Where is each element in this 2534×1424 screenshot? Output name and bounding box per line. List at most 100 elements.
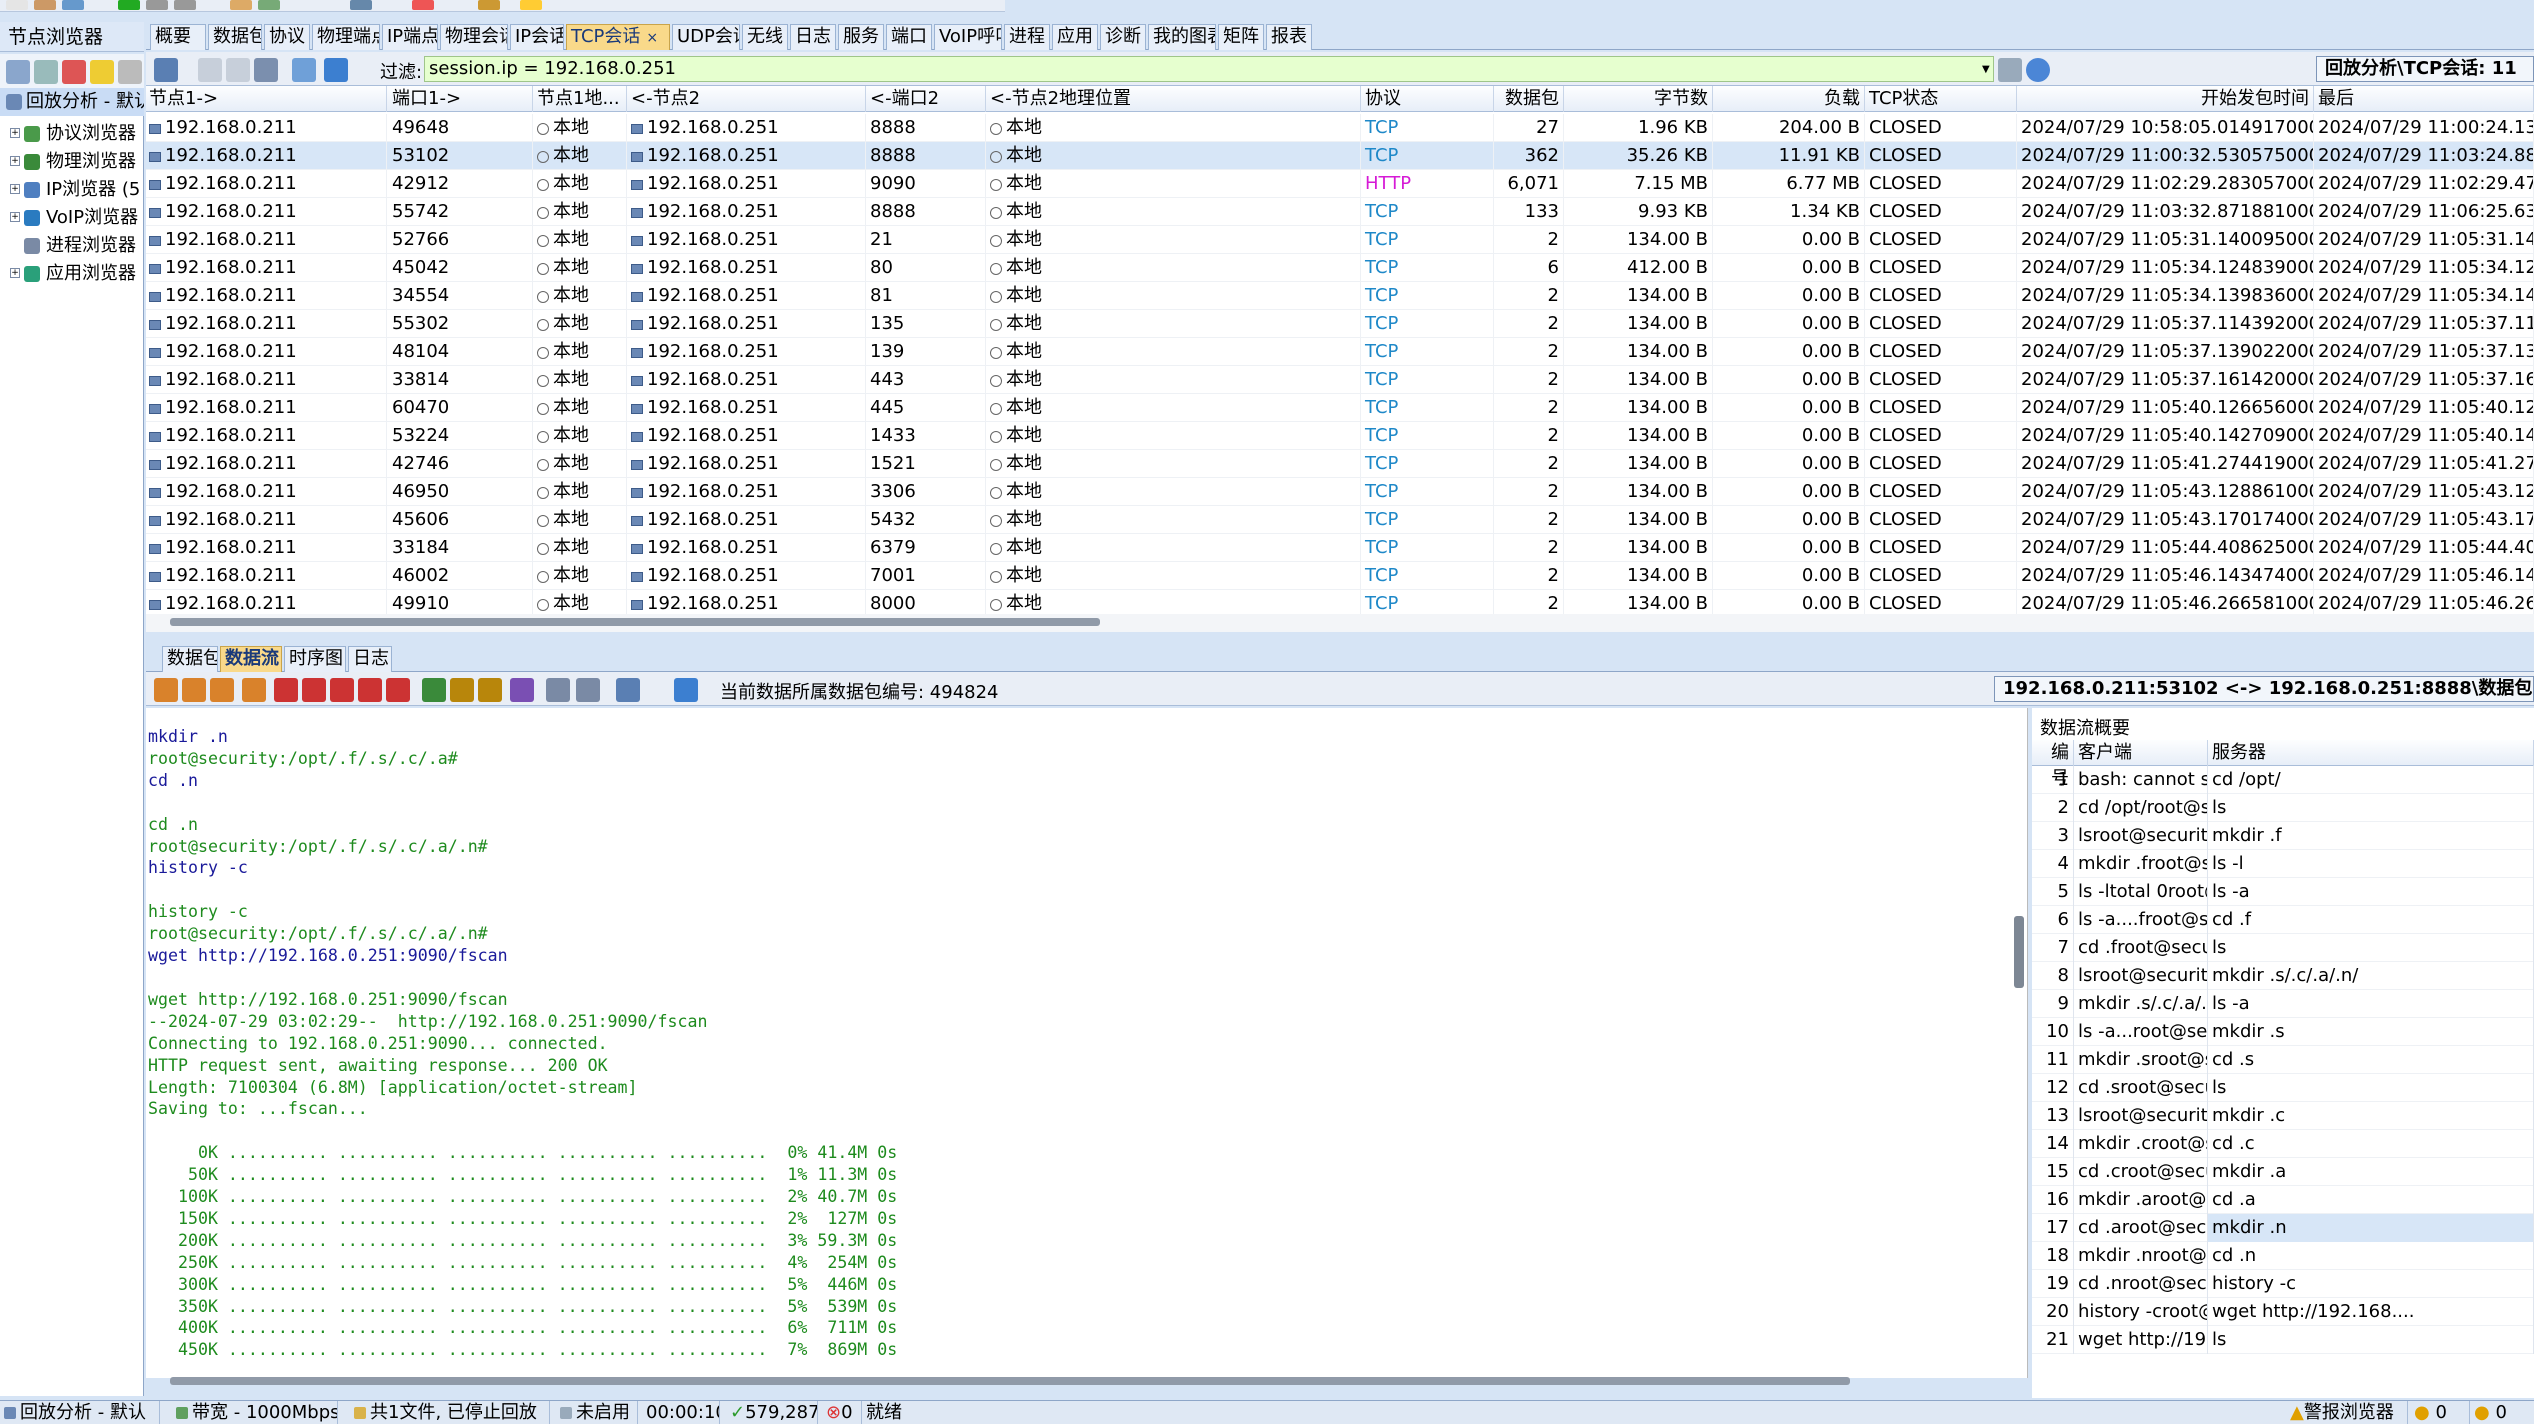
table-row[interactable]: 192.168.0.211 46950 本地 192.168.0.251 3306 本地 T… [146, 478, 2534, 506]
stream-vscrollbar-thumb[interactable] [2014, 916, 2024, 988]
column-header[interactable]: <-节点2地理位置 [986, 86, 1361, 112]
column-header[interactable]: 最后 [2314, 86, 2534, 112]
table-row[interactable]: 192.168.0.211 49648 本地 192.168.0.251 8888 本地 T… [146, 114, 2534, 142]
hex-32-icon[interactable] [330, 678, 354, 702]
summary-row[interactable]: 10ls -a...root@security:/...mkdir .s [2032, 1018, 2534, 1046]
chevron-down-icon[interactable]: ▼ [1982, 64, 1990, 75]
column-header[interactable]: 端口1-> [388, 86, 533, 112]
summary-row[interactable]: 3lsroot@security:/opt#mkdir .f [2032, 822, 2534, 850]
tab-1[interactable]: 数据包 [208, 24, 262, 50]
align-center-icon[interactable] [182, 678, 206, 702]
summary-column-header[interactable]: 编号 [2032, 740, 2074, 789]
detail-tab-0[interactable]: 数据包 [162, 646, 218, 672]
color-icon[interactable] [62, 60, 86, 84]
table-row[interactable]: 192.168.0.211 45042 本地 192.168.0.251 80 本地 TCP… [146, 254, 2534, 282]
expand-toggle-icon[interactable]: + [10, 128, 20, 138]
tab-13[interactable]: VoIP呼叫 [934, 24, 1002, 50]
tab-19[interactable]: 报表 [1266, 24, 1312, 50]
image-icon[interactable] [242, 678, 266, 702]
tool-icon[interactable] [478, 0, 500, 10]
expand-icon[interactable] [6, 60, 30, 84]
play-icon[interactable] [118, 0, 140, 10]
tab-4[interactable]: IP端点 [382, 24, 438, 50]
stop-icon[interactable] [174, 0, 196, 10]
expand-toggle-icon[interactable]: + [10, 268, 20, 278]
table-row[interactable]: 192.168.0.211 52766 本地 192.168.0.251 21 本地 TCP… [146, 226, 2534, 254]
column-header[interactable]: TCP状态 [1865, 86, 2017, 112]
summary-row[interactable]: 9mkdir .s/.c/.a/.n/mkdi...ls -a [2032, 990, 2534, 1018]
tab-17[interactable]: 我的图表 [1148, 24, 1216, 50]
copy-icon[interactable] [576, 678, 600, 702]
align-left-icon[interactable] [154, 678, 178, 702]
table-row[interactable]: 192.168.0.211 34554 本地 192.168.0.251 81 本地 TCP… [146, 282, 2534, 310]
summary-row[interactable]: 16mkdir .aroot@securit...cd .a [2032, 1186, 2534, 1214]
summary-column-header[interactable]: 客户端 [2074, 740, 2208, 766]
hex-16-icon[interactable] [302, 678, 326, 702]
tab-12[interactable]: 端口 [886, 24, 932, 50]
summary-row[interactable]: 13lsroot@security:/opt/...mkdir .c [2032, 1102, 2534, 1130]
filter-add-icon[interactable] [154, 58, 178, 82]
table-row[interactable]: 192.168.0.211 49910 本地 192.168.0.251 8000 本地 T… [146, 590, 2534, 616]
copy-icon[interactable] [254, 58, 278, 82]
table-row[interactable]: 192.168.0.211 46002 本地 192.168.0.251 7001 本地 T… [146, 562, 2534, 590]
utf8-icon[interactable] [510, 678, 534, 702]
funnel-icon[interactable] [292, 58, 316, 82]
tab-14[interactable]: 进程 [1004, 24, 1050, 50]
font-icon[interactable] [478, 678, 502, 702]
tab-18[interactable]: 矩阵 [1218, 24, 1264, 50]
table-row[interactable]: 192.168.0.211 45606 本地 192.168.0.251 5432 本地 T… [146, 506, 2534, 534]
table-row[interactable]: 192.168.0.211 42746 本地 192.168.0.251 1521 本地 T… [146, 450, 2534, 478]
table-hscrollbar-thumb[interactable] [170, 618, 1100, 626]
base64-icon[interactable] [546, 678, 570, 702]
hex-8-icon[interactable] [274, 678, 298, 702]
search-icon[interactable] [1998, 58, 2022, 82]
summary-row[interactable]: 17cd .aroot@security:/o...mkdir .n [2032, 1214, 2534, 1242]
tab-6[interactable]: IP会话 [510, 24, 564, 50]
summary-row[interactable]: 15cd .croot@security:/o...mkdir .a [2032, 1158, 2534, 1186]
tree-item[interactable]: 回放分析 - 默认 [0, 88, 144, 116]
tree-item[interactable]: + 应用浏览器 [0, 260, 144, 288]
save-icon[interactable] [616, 678, 640, 702]
align-right-icon[interactable] [210, 678, 234, 702]
expand-toggle-icon[interactable]: + [10, 156, 20, 166]
detail-tab-1[interactable]: 数据流 [220, 646, 282, 672]
summary-row[interactable]: 6ls -a....froot@security:...cd .f [2032, 906, 2534, 934]
table-row[interactable]: 192.168.0.211 33184 本地 192.168.0.251 6379 本地 T… [146, 534, 2534, 562]
table-row[interactable]: 192.168.0.211 55302 本地 192.168.0.251 135 本地 TC… [146, 310, 2534, 338]
column-header[interactable]: 节点1地... [533, 86, 627, 112]
summary-row[interactable]: 4mkdir .froot@security...ls -l [2032, 850, 2534, 878]
filter-input[interactable]: session.ip = 192.168.0.251 [424, 56, 1994, 82]
pause-icon[interactable] [146, 0, 168, 10]
summary-row[interactable]: 11mkdir .sroot@securit...cd .s [2032, 1046, 2534, 1074]
table-row[interactable]: 192.168.0.211 42912 本地 192.168.0.251 9090 本地 H… [146, 170, 2534, 198]
summary-row[interactable]: 18mkdir .nroot@securit...cd .n [2032, 1242, 2534, 1270]
help-icon[interactable] [2026, 58, 2050, 82]
tab-9[interactable]: 无线 [742, 24, 788, 50]
table-row[interactable]: 192.168.0.211 33814 本地 192.168.0.251 443 本地 TC… [146, 366, 2534, 394]
summary-row[interactable]: 5ls -ltotal 0root@secur...ls -a [2032, 878, 2534, 906]
more-icon[interactable] [118, 60, 142, 84]
expand-toggle-icon[interactable]: + [10, 184, 20, 194]
tab-16[interactable]: 诊断 [1100, 24, 1146, 50]
ascii-icon[interactable] [422, 678, 446, 702]
tab-2[interactable]: 协议 [264, 24, 310, 50]
config-icon[interactable] [34, 60, 58, 84]
detail-tab-2[interactable]: 时序图 [284, 646, 346, 672]
table-row[interactable]: 192.168.0.211 53102 本地 192.168.0.251 8888 本地 T… [146, 142, 2534, 170]
summary-row[interactable]: 20history -croot@securi...wget http://19… [2032, 1298, 2534, 1326]
tab-5[interactable]: 物理会话 [440, 24, 508, 50]
new-icon[interactable] [6, 0, 28, 10]
export-icon[interactable] [198, 58, 222, 82]
summary-row[interactable]: 12cd .sroot@security:/o...ls [2032, 1074, 2534, 1102]
column-header[interactable]: <-端口2 [866, 86, 986, 112]
stream-hscrollbar-thumb[interactable] [170, 1377, 1850, 1385]
close-icon[interactable]: × [646, 30, 658, 46]
tab-8[interactable]: UDP会话 [672, 24, 740, 50]
summary-row[interactable]: 21wget http://192.168....ls [2032, 1326, 2534, 1354]
alert-icon[interactable] [90, 60, 114, 84]
settings-icon[interactable] [230, 0, 252, 10]
table-row[interactable]: 192.168.0.211 48104 本地 192.168.0.251 139 本地 TC… [146, 338, 2534, 366]
summary-column-header[interactable]: 服务器 [2208, 740, 2534, 766]
warning-icon[interactable] [520, 0, 542, 10]
ebcdic-icon[interactable] [450, 678, 474, 702]
